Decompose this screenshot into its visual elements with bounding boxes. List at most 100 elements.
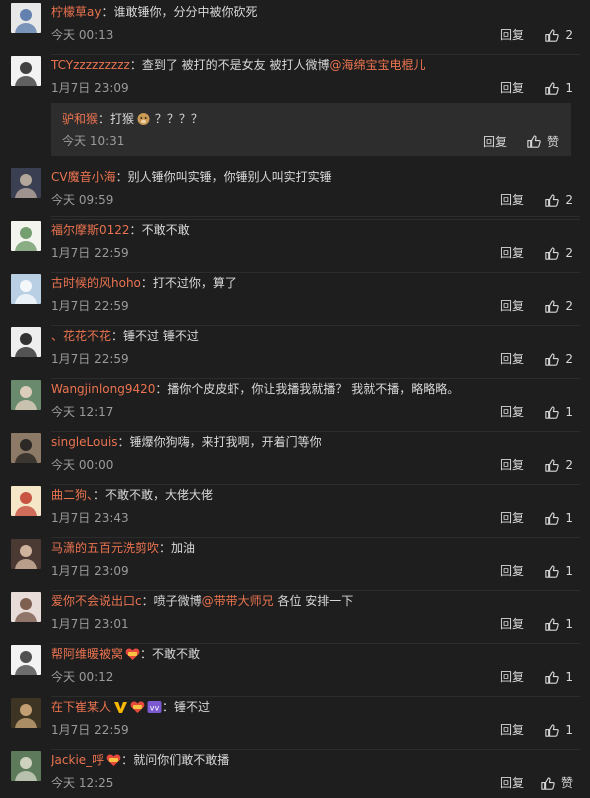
reply-button[interactable]: 回复	[500, 722, 524, 738]
avatar[interactable]	[11, 539, 41, 569]
avatar[interactable]	[11, 3, 41, 33]
reply-button[interactable]: 回复	[500, 457, 524, 473]
like-button[interactable]: 赞	[540, 775, 573, 791]
reply-button[interactable]: 回复	[500, 192, 524, 208]
avatar[interactable]	[11, 274, 41, 304]
username-link[interactable]: Jackie_呼	[51, 753, 104, 767]
comment-time: 1月7日 23:01	[51, 617, 129, 631]
like-button[interactable]: 1	[544, 669, 573, 685]
avatar[interactable]	[11, 327, 41, 357]
like-button[interactable]: 1	[544, 510, 573, 526]
username-link[interactable]: singleLouis	[51, 435, 118, 449]
reply-text: 打猴	[110, 112, 135, 126]
like-button[interactable]: 2	[544, 245, 573, 261]
username-link[interactable]: 古时候的风hoho	[51, 276, 141, 290]
comment-time: 1月7日 22:59	[51, 723, 129, 737]
reply-button[interactable]: 回复	[500, 775, 524, 791]
colon: ：	[121, 753, 134, 767]
avatar[interactable]	[11, 592, 41, 622]
reply-button[interactable]: 回复	[500, 245, 524, 261]
mention-link[interactable]: @海绵宝宝电棍儿	[329, 58, 425, 72]
thumbs-up-icon	[544, 670, 560, 685]
reply-button[interactable]: 回复	[500, 510, 524, 526]
thumbs-up-icon	[544, 723, 560, 738]
reply-button[interactable]: 回复	[500, 298, 524, 314]
like-button[interactable]: 2	[544, 351, 573, 367]
avatar[interactable]	[11, 433, 41, 463]
like-count: 1	[565, 511, 573, 525]
comment-text: 谁敢锤你，分分中被你砍死	[113, 5, 258, 19]
colon: ：	[115, 170, 128, 184]
comment-time: 1月7日 23:09	[51, 81, 129, 95]
username-link[interactable]: TCYzzzzzzzzz	[51, 58, 130, 72]
divider	[51, 749, 580, 750]
username-link[interactable]: 在下崔某人	[51, 700, 111, 714]
like-count: 2	[565, 458, 573, 472]
reply-username-link[interactable]: 驴和猴	[62, 112, 98, 126]
comment-text: 播你个皮皮虾，你让我播我就播？ 我就不播，略略略。	[167, 382, 460, 396]
reply-button[interactable]: 回复	[500, 669, 524, 685]
like-button[interactable]: 2	[544, 298, 573, 314]
avatar[interactable]	[11, 698, 41, 728]
monkey-emoji-icon	[136, 112, 151, 126]
divider	[51, 643, 580, 644]
avatar[interactable]	[11, 645, 41, 675]
username-link[interactable]: CV魔音小海	[51, 170, 116, 184]
username-link[interactable]: 帮阿维暖被窝	[51, 647, 123, 661]
avatar[interactable]	[11, 380, 41, 410]
like-count: 2	[565, 299, 573, 313]
divider	[51, 54, 580, 55]
colon: ：	[117, 435, 130, 449]
reply-time: 今天 10:31	[62, 134, 125, 148]
divider	[51, 484, 580, 485]
username-link[interactable]: 、花花不花	[51, 329, 111, 343]
divider	[51, 537, 580, 538]
comment-text: 锤爆你狗嗨，来打我啊，开着门等你	[129, 435, 322, 449]
username-link[interactable]: 马潇的五百元洗剪吹	[51, 541, 159, 555]
reply-button[interactable]: 回复	[500, 27, 524, 43]
reply-button[interactable]: 回复	[500, 351, 524, 367]
like-button[interactable]: 2	[544, 27, 573, 43]
colon: ：	[93, 488, 106, 502]
comment-time: 1月7日 22:59	[51, 299, 129, 313]
username-link[interactable]: Wangjinlong9420	[51, 382, 155, 396]
colon: ：	[101, 5, 114, 19]
thumbs-up-icon	[544, 617, 560, 632]
like-button[interactable]: 赞	[526, 133, 559, 150]
like-count: 1	[565, 564, 573, 578]
comment-time: 今天 12:17	[51, 405, 114, 419]
like-button[interactable]: 1	[544, 80, 573, 96]
reply-button[interactable]: 回复	[483, 133, 507, 150]
rank-badge-icon: vv	[147, 700, 162, 714]
like-button[interactable]: 1	[544, 563, 573, 579]
thumbs-up-icon	[540, 776, 555, 791]
comment-time: 今天 00:12	[51, 670, 114, 684]
reply-button[interactable]: 回复	[500, 616, 524, 632]
like-button[interactable]: 2	[544, 192, 573, 208]
comment-time: 1月7日 23:09	[51, 564, 129, 578]
like-count: 1	[565, 81, 573, 95]
colon: ：	[98, 112, 111, 126]
like-button[interactable]: 1	[544, 722, 573, 738]
reply-button[interactable]: 回复	[500, 80, 524, 96]
comment-text: 查到了 被打的不是女友 被打人微博	[141, 58, 330, 72]
username-link[interactable]: 柠檬草ay	[51, 5, 101, 19]
like-button[interactable]: 2	[544, 457, 573, 473]
avatar[interactable]	[11, 56, 41, 86]
fan-badge-icon	[125, 647, 140, 661]
reply-button[interactable]: 回复	[500, 563, 524, 579]
like-count: 2	[565, 352, 573, 366]
thumbs-up-icon	[544, 193, 560, 208]
avatar[interactable]	[11, 221, 41, 251]
like-count: 2	[565, 193, 573, 207]
avatar[interactable]	[11, 751, 41, 781]
avatar[interactable]	[11, 486, 41, 516]
like-button[interactable]: 1	[544, 404, 573, 420]
avatar[interactable]	[11, 168, 41, 198]
username-link[interactable]: 福尔摩斯0122	[51, 223, 130, 237]
username-link[interactable]: 曲二狗、	[51, 488, 93, 502]
reply-button[interactable]: 回复	[500, 404, 524, 420]
like-button[interactable]: 1	[544, 616, 573, 632]
mention-link[interactable]: @带带大师兄	[202, 594, 274, 608]
username-link[interactable]: 爱你不会说出口c	[51, 594, 142, 608]
